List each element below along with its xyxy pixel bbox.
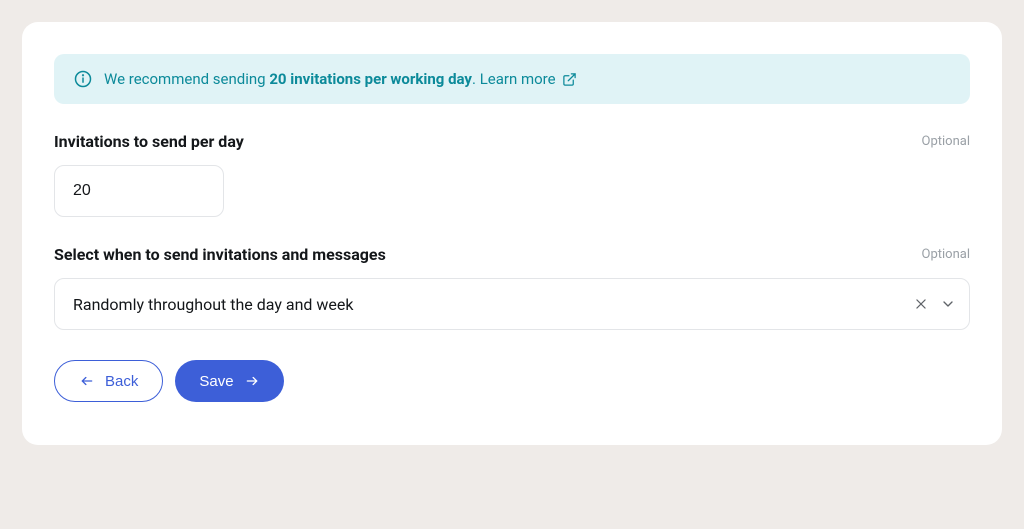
banner-prefix: We recommend sending [104,70,269,88]
select-actions [914,296,956,312]
clear-icon[interactable] [914,297,928,311]
banner-bold: 20 invitations per working day [269,70,472,88]
save-label: Save [199,373,233,390]
button-row: Back Save [54,360,970,402]
optional-tag: Optional [922,247,970,262]
field-header: Select when to send invitations and mess… [54,245,970,264]
optional-tag: Optional [922,134,970,149]
banner-text: We recommend sending 20 invitations per … [104,70,577,88]
schedule-field: Select when to send invitations and mess… [54,245,970,330]
back-button[interactable]: Back [54,360,163,402]
recommendation-banner: We recommend sending 20 invitations per … [54,54,970,104]
schedule-select[interactable]: Randomly throughout the day and week [54,278,970,330]
save-button[interactable]: Save [175,360,283,402]
schedule-select-wrap: Randomly throughout the day and week [54,278,970,330]
schedule-value: Randomly throughout the day and week [73,295,354,314]
settings-card: We recommend sending 20 invitations per … [22,22,1002,445]
invites-label: Invitations to send per day [54,132,244,151]
arrow-right-icon [244,374,260,388]
chevron-down-icon[interactable] [940,296,956,312]
learn-more-link[interactable]: Learn more [480,70,577,88]
invites-per-day-field: Invitations to send per day Optional [54,132,970,217]
invites-input[interactable] [54,165,224,217]
external-link-icon [562,72,577,87]
back-label: Back [105,373,138,390]
field-header: Invitations to send per day Optional [54,132,970,151]
info-icon [74,70,92,88]
banner-suffix: . [472,70,480,88]
schedule-label: Select when to send invitations and mess… [54,245,386,264]
learn-more-label: Learn more [480,70,556,88]
arrow-left-icon [79,374,95,388]
